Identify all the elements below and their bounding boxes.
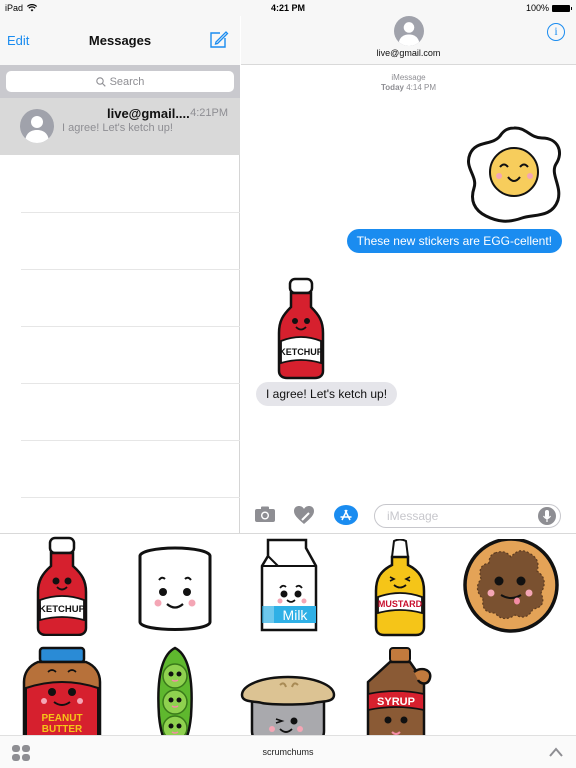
ketchup-sticker[interactable]: KETCHUP — [275, 277, 327, 380]
service-name: iMessage — [391, 73, 426, 82]
message-input[interactable]: iMessage — [374, 504, 561, 528]
avatar — [20, 109, 54, 143]
message-thread: iMessage Today 4:14 PM These new sticker… — [241, 66, 576, 496]
search-input[interactable]: Search — [6, 71, 234, 92]
svg-text:BUTTER: BUTTER — [42, 724, 83, 735]
sticker-chocolate-pancake[interactable] — [461, 539, 561, 639]
list-separator — [21, 269, 240, 270]
sticker-pie[interactable] — [238, 659, 338, 735]
imessage-screen: iPad 4:21 PM 100% Edit Messages Search l… — [0, 0, 576, 768]
timestamp-time: 4:14 PM — [406, 83, 436, 92]
battery-icon — [552, 4, 572, 12]
sticker-label: KETCHUP — [39, 604, 86, 615]
sticker-label: Milk — [283, 607, 309, 623]
sticker-peanut-butter[interactable]: PEANUT BUTTER — [12, 646, 112, 735]
app-store-icon — [334, 505, 358, 525]
conversation-list-navbar: Edit Messages — [0, 16, 240, 65]
svg-text:KETCHUP: KETCHUP — [279, 347, 323, 357]
sticker-label: MUSTARD — [378, 599, 423, 609]
dictation-button[interactable] — [538, 507, 556, 525]
list-separator — [21, 212, 240, 213]
compose-icon — [210, 31, 229, 48]
sticker-marshmallow[interactable] — [125, 542, 225, 642]
compose-button[interactable] — [208, 28, 230, 50]
expand-button[interactable] — [548, 745, 564, 757]
chevron-up-icon — [549, 747, 563, 757]
sticker-drawer: KETCHUP Milk MUSTARD PEANUT BUTTER SYRUP — [0, 533, 576, 735]
contact-name[interactable]: live@gmail.com — [241, 48, 576, 58]
sticker-ketchup[interactable]: KETCHUP — [12, 536, 112, 636]
sticker-label: SYRUP — [377, 696, 415, 708]
list-separator — [21, 497, 240, 498]
info-button[interactable]: i — [547, 23, 565, 41]
search-bar-container: Search — [0, 65, 240, 98]
person-icon — [394, 16, 424, 46]
status-bar: iPad 4:21 PM 100% — [0, 0, 576, 16]
search-icon — [95, 76, 106, 87]
conversation-row[interactable]: live@gmail.... 4:21PM I agree! Let's ket… — [0, 98, 240, 155]
app-store-button[interactable] — [334, 505, 358, 525]
sticker-peas[interactable] — [125, 646, 225, 735]
sticker-pack-name: scrumchums — [262, 747, 314, 757]
conversation-preview: I agree! Let's ketch up! — [62, 122, 173, 134]
search-placeholder: Search — [109, 75, 145, 88]
sticker-pack-bar: scrumchums — [0, 735, 576, 768]
incoming-message-bubble[interactable]: I agree! Let's ketch up! — [256, 382, 398, 406]
battery-percent: 100% — [525, 3, 549, 13]
list-separator — [21, 383, 240, 384]
message-input-bar: iMessage — [241, 497, 576, 533]
sticker-milk[interactable]: Milk — [238, 536, 338, 636]
timestamp-day: Today — [381, 83, 404, 92]
svg-text:PEANUT: PEANUT — [41, 713, 82, 724]
outgoing-message-bubble[interactable]: These new stickers are EGG-cellent! — [346, 229, 562, 253]
clock: 4:21 PM — [270, 3, 305, 13]
person-icon — [20, 109, 54, 143]
heart-touch-icon — [294, 506, 314, 524]
page-title: Messages — [88, 33, 152, 48]
microphone-icon — [543, 510, 551, 522]
conversation-header: live@gmail.com i — [241, 16, 576, 65]
conversation-time: 4:21PM — [190, 107, 228, 119]
sticker-syrup[interactable]: SYRUP — [350, 646, 450, 735]
digital-touch-button[interactable] — [293, 505, 317, 525]
service-label: iMessage Today 4:14 PM — [241, 73, 576, 93]
list-separator — [21, 440, 240, 441]
list-separator — [21, 326, 240, 327]
message-input-placeholder: iMessage — [387, 509, 439, 523]
conversation-name: live@gmail.... — [107, 106, 190, 121]
info-icon: i — [554, 24, 558, 38]
camera-icon — [255, 506, 275, 522]
sticker-mustard[interactable]: MUSTARD — [350, 539, 450, 639]
conversation-list-pane: Edit Messages Search live@gmail.... 4:21… — [0, 0, 240, 533]
fried-egg-sticker[interactable] — [462, 124, 567, 224]
camera-button[interactable] — [254, 505, 278, 525]
contact-avatar[interactable] — [394, 16, 424, 46]
